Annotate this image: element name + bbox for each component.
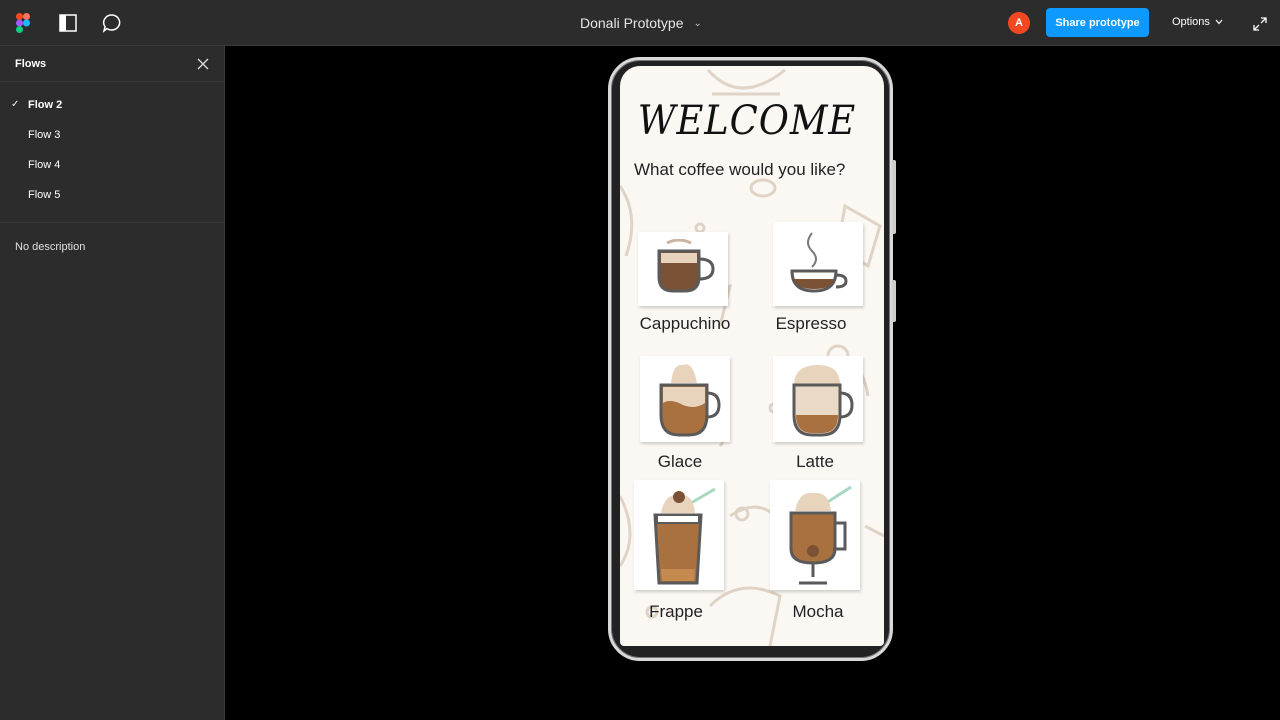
chevron-down-icon: ⌄ — [693, 17, 702, 29]
sidebar-title: Flows — [15, 58, 47, 70]
coffee-label-cappuchino[interactable]: Cappuchino — [630, 314, 740, 334]
coffee-label-glace[interactable]: Glace — [625, 452, 735, 472]
flow-list: ✓ Flow 2 Flow 3 Flow 4 Flow 5 — [0, 82, 224, 223]
figma-logo-icon[interactable] — [11, 11, 35, 35]
flow-item-flow-2[interactable]: ✓ Flow 2 — [0, 90, 224, 120]
flow-item-label: Flow 4 — [28, 159, 61, 171]
flow-item-label: Flow 3 — [28, 129, 61, 141]
coffee-label-frappe[interactable]: Frappe — [621, 602, 731, 622]
coffee-card-cappuchino[interactable] — [638, 232, 728, 306]
sidebar-toggle-icon[interactable] — [56, 11, 80, 35]
checkmark-icon: ✓ — [11, 99, 20, 110]
latte-cup-icon — [792, 365, 854, 437]
question-text: What coffee would you like? — [634, 160, 846, 179]
phone-side-button — [892, 160, 896, 234]
coffee-card-frappe[interactable] — [634, 480, 724, 590]
chevron-down-icon — [1215, 19, 1223, 25]
flow-item-label: Flow 2 — [28, 99, 63, 111]
frappe-glass-icon — [653, 487, 716, 585]
coffee-label-espresso[interactable]: Espresso — [756, 314, 866, 334]
flow-item-flow-4[interactable]: Flow 4 — [0, 150, 224, 180]
flows-sidebar: Flows ✓ Flow 2 Flow 3 Flow 4 Flow 5 No d… — [0, 46, 225, 720]
espresso-cup-icon — [790, 232, 848, 293]
coffee-label-mocha[interactable]: Mocha — [763, 602, 873, 622]
flow-item-label: Flow 5 — [28, 189, 61, 201]
glace-cup-icon — [659, 364, 721, 437]
document-title-label: Donali Prototype — [580, 15, 684, 31]
share-prototype-button[interactable]: Share prototype — [1046, 8, 1149, 37]
coffee-card-espresso[interactable] — [773, 222, 863, 306]
flow-description: No description — [15, 241, 86, 253]
coffee-card-latte[interactable] — [773, 356, 863, 442]
options-label: Options — [1172, 16, 1210, 28]
close-icon[interactable] — [196, 57, 210, 71]
coffee-card-glace[interactable] — [640, 356, 730, 442]
prototype-screen: WELCOME What coffee would you like? Capp… — [620, 66, 884, 646]
phone-side-button — [892, 280, 896, 322]
options-menu[interactable]: Options — [1172, 16, 1223, 28]
fullscreen-icon[interactable] — [1248, 12, 1272, 36]
toolbar: Donali Prototype ⌄ A Share prototype Opt… — [0, 0, 1280, 46]
coffee-label-latte[interactable]: Latte — [760, 452, 870, 472]
avatar[interactable]: A — [1008, 12, 1030, 34]
flow-item-flow-5[interactable]: Flow 5 — [0, 180, 224, 210]
welcome-heading: WELCOME — [637, 98, 857, 144]
flow-item-flow-3[interactable]: Flow 3 — [0, 120, 224, 150]
document-title[interactable]: Donali Prototype ⌄ — [580, 15, 702, 31]
mocha-glass-icon — [789, 485, 852, 585]
sidebar-header: Flows — [0, 46, 224, 82]
coffee-card-mocha[interactable] — [770, 480, 860, 590]
cappuccino-cup-icon — [657, 239, 715, 293]
comment-icon[interactable] — [100, 11, 124, 35]
